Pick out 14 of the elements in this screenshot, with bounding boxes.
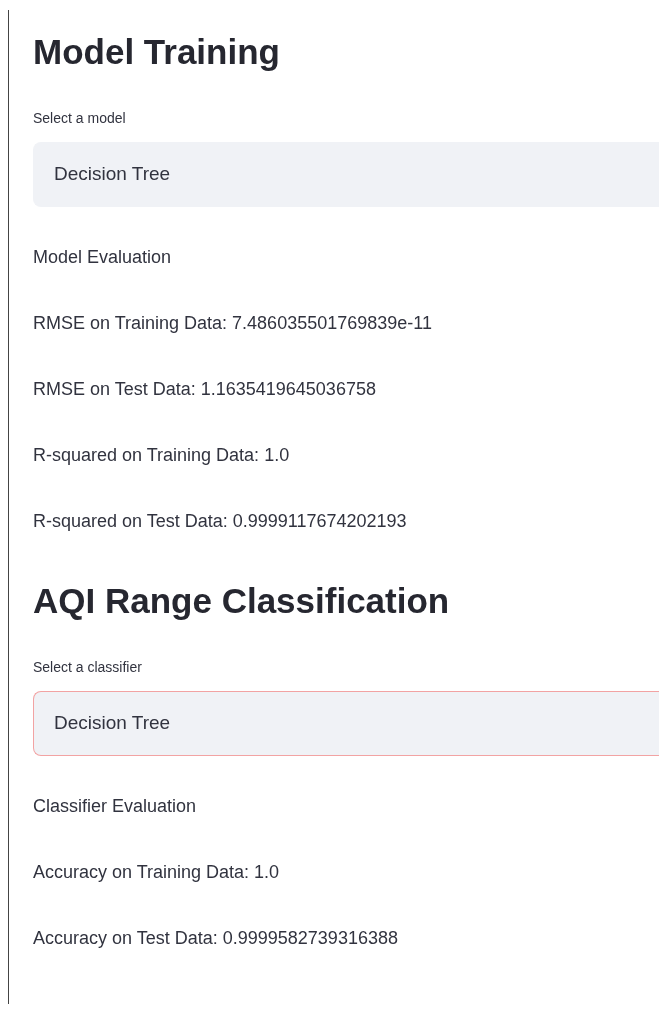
model-select[interactable]: Decision Tree [33,691,659,756]
result-text: RMSE on Test Data: 1.1635419645036758 [33,378,377,401]
section-heading: AQI Range Classification [33,580,451,622]
model-select[interactable]: Decision Tree [33,142,659,207]
result-text: R-squared on Training Data: 1.0 [33,444,291,467]
select-label: Select a classifier [33,658,143,677]
result-text: Model Evaluation [33,246,173,269]
section-heading: Model Training [33,31,281,73]
result-text: Classifier Evaluation [33,795,198,818]
result-text: R-squared on Test Data: 0.9999117674202193 [33,510,408,533]
result-text: Accuracy on Training Data: 1.0 [33,861,281,884]
result-text: Accuracy on Test Data: 0.9999582739316388 [33,927,399,950]
result-text: RMSE on Training Data: 7.486035501769839e-11 [33,312,433,335]
select-label: Select a model [33,109,127,128]
